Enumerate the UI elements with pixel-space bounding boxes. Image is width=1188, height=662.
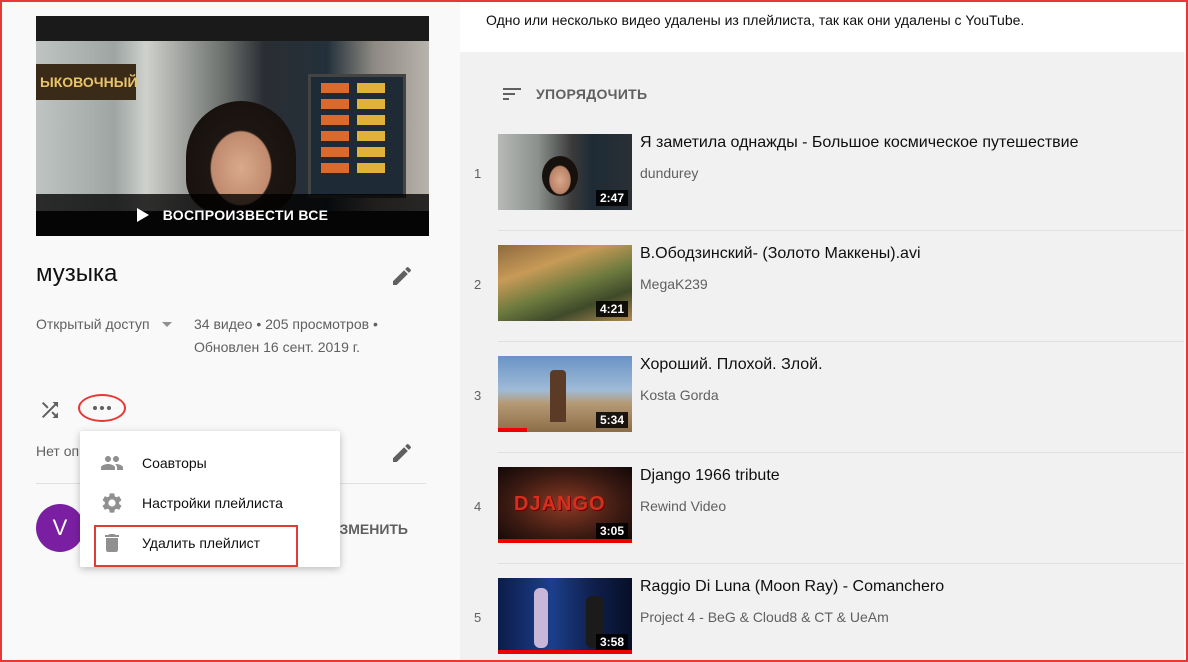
- video-channel[interactable]: Rewind Video: [640, 498, 726, 514]
- sort-label: УПОРЯДОЧИТЬ: [536, 86, 648, 102]
- duration-badge: 3:05: [595, 523, 628, 539]
- video-thumbnail[interactable]: 5:34: [498, 356, 632, 432]
- shuffle-icon[interactable]: [38, 398, 62, 422]
- edit-description-icon[interactable]: [390, 441, 414, 465]
- video-title[interactable]: Хороший. Плохой. Злой.: [640, 356, 823, 374]
- list-item[interactable]: 3 5:34 Хороший. Плохой. Злой. Kosta Gord…: [460, 342, 1184, 453]
- thumbnail-figure: [550, 370, 566, 422]
- edit-title-icon[interactable]: [390, 264, 414, 288]
- video-index: 5: [474, 610, 482, 625]
- people-icon: [101, 456, 123, 470]
- video-index: 4: [474, 499, 482, 514]
- thumbnail-logo: DJANGO: [514, 493, 606, 515]
- play-all-label: ВОСПРОИЗВЕСТИ ВСЕ: [162, 207, 329, 223]
- video-channel[interactable]: MegaK239: [640, 276, 708, 292]
- notice-text: Одно или несколько видео удалены из плей…: [486, 12, 1025, 28]
- menu-item-label: Соавторы: [142, 455, 207, 471]
- video-channel[interactable]: Kosta Gorda: [640, 387, 719, 403]
- video-thumbnail[interactable]: 3:58: [498, 578, 632, 654]
- avatar[interactable]: V: [36, 504, 84, 552]
- sort-button[interactable]: УПОРЯДОЧИТЬ: [500, 82, 647, 106]
- dot-icon: [107, 406, 111, 410]
- chevron-down-icon[interactable]: [162, 322, 172, 327]
- video-index: 1: [474, 166, 482, 181]
- video-index: 3: [474, 388, 482, 403]
- play-all-button[interactable]: ВОСПРОИЗВЕСТИ ВСЕ: [36, 194, 429, 236]
- more-actions-menu: Соавторы Настройки плейлиста Удалить пле…: [80, 431, 340, 567]
- video-title[interactable]: В.Ободзинский- (Золото Маккены).avi: [640, 245, 921, 263]
- menu-item-playlist-settings[interactable]: Настройки плейлиста: [80, 483, 340, 523]
- watch-progress: [498, 650, 632, 654]
- video-index: 2: [474, 277, 482, 292]
- video-title[interactable]: Django 1966 tribute: [640, 467, 780, 485]
- video-thumbnail[interactable]: 2:47: [498, 134, 632, 210]
- video-title[interactable]: Я заметила однажды - Большое космическое…: [640, 134, 1079, 152]
- list-item[interactable]: 1 2:47 Я заметила однажды - Большое косм…: [460, 120, 1184, 231]
- privacy-dropdown[interactable]: Открытый доступ: [36, 316, 154, 332]
- thumbnail-panel: [308, 74, 406, 198]
- duration-badge: 5:34: [595, 412, 628, 428]
- watch-progress: [498, 428, 528, 432]
- trash-icon: [105, 534, 119, 552]
- playlist-thumbnail[interactable]: ЫКОВОЧНЫЙ ВОСПРОИЗВЕСТИ ВСЕ: [36, 16, 429, 236]
- playlist-stats: 34 видео • 205 просмотров • Обновлен 16 …: [194, 316, 378, 355]
- thumbnail-figure: [542, 156, 578, 196]
- video-title[interactable]: Raggio Di Luna (Moon Ray) - Comanchero: [640, 578, 944, 596]
- more-actions-button[interactable]: [78, 394, 126, 422]
- video-list: УПОРЯДОЧИТЬ 1 2:47 Я заметила однажды - …: [460, 52, 1184, 662]
- list-item[interactable]: 4 DJANGO 3:05 Django 1966 tribute Rewind…: [460, 453, 1184, 564]
- list-item[interactable]: 2 4:21 В.Ободзинский- (Золото Маккены).a…: [460, 231, 1184, 342]
- playlist-sidebar: ЫКОВОЧНЫЙ ВОСПРОИЗВЕСТИ ВСЕ музыка Откры…: [0, 0, 460, 662]
- removed-videos-notice: Одно или несколько видео удалены из плей…: [460, 0, 1188, 52]
- duration-badge: 4:21: [595, 301, 628, 317]
- dot-icon: [93, 406, 97, 410]
- sort-icon: [503, 88, 521, 100]
- menu-item-delete-playlist[interactable]: Удалить плейлист: [80, 523, 340, 567]
- dot-icon: [100, 406, 104, 410]
- menu-item-label: Удалить плейлист: [142, 535, 261, 551]
- video-thumbnail[interactable]: 4:21: [498, 245, 632, 321]
- menu-item-collaborators[interactable]: Соавторы: [80, 443, 340, 483]
- list-item[interactable]: 5 3:58 Raggio Di Luna (Moon Ray) - Coman…: [460, 564, 1184, 662]
- thumbnail-figure: [534, 588, 548, 648]
- watch-progress: [498, 539, 632, 543]
- menu-item-label: Настройки плейлиста: [142, 495, 283, 511]
- thumbnail-sign: ЫКОВОЧНЫЙ: [36, 64, 138, 100]
- video-channel[interactable]: dundurey: [640, 165, 698, 181]
- gear-icon: [102, 493, 122, 513]
- duration-badge: 2:47: [595, 190, 628, 206]
- playlist-title: музыка: [36, 260, 118, 287]
- video-thumbnail[interactable]: DJANGO 3:05: [498, 467, 632, 543]
- video-channel[interactable]: Project 4 - BeG & Cloud8 & CT & UeAm: [640, 609, 889, 625]
- duration-badge: 3:58: [595, 634, 628, 650]
- play-icon: [136, 208, 149, 222]
